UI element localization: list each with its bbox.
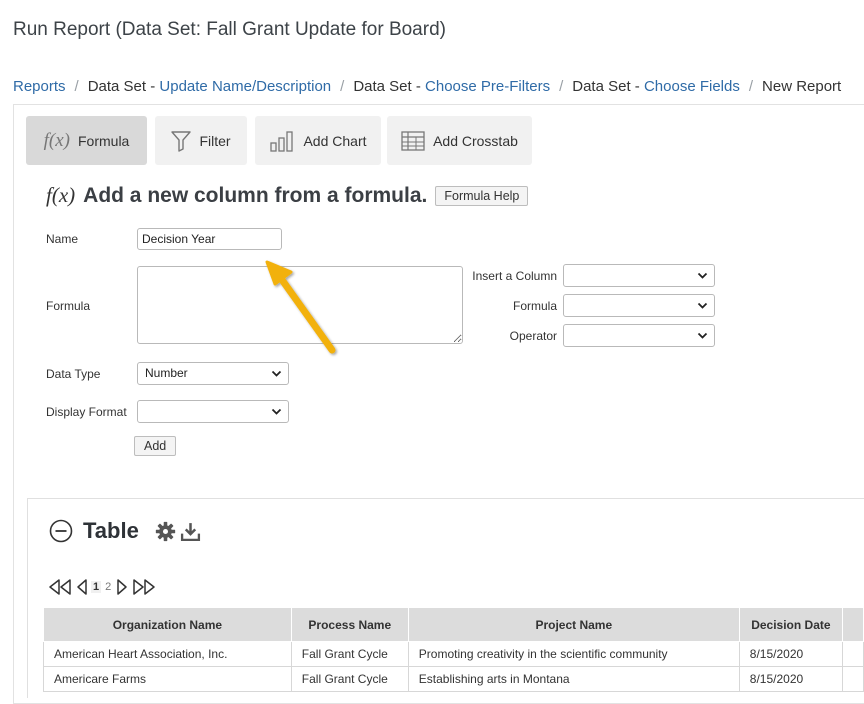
column-header-extra [841, 607, 864, 642]
add-chart-tool-label: Add Chart [303, 132, 367, 149]
chevron-down-icon [697, 332, 708, 339]
function-icon: f(x) [43, 129, 70, 151]
name-input[interactable] [137, 228, 282, 250]
add-crosstab-tool-button[interactable]: Add Crosstab [387, 116, 532, 165]
table-pager: 1 2 [47, 578, 157, 596]
last-page-icon[interactable] [131, 578, 157, 596]
operator-label: Operator [509, 329, 557, 343]
column-header[interactable]: Decision Date [738, 607, 843, 642]
download-icon[interactable] [180, 521, 201, 542]
formula-function-select[interactable] [563, 294, 715, 317]
table-cell: 8/15/2020 [738, 666, 843, 692]
formula-tool-label: Formula [78, 132, 130, 149]
add-chart-tool-button[interactable]: Add Chart [255, 116, 381, 165]
breadcrumb-choose-fields-link[interactable]: Choose Fields [644, 78, 740, 95]
table-cell: American Heart Association, Inc. [43, 641, 292, 667]
table-row[interactable]: American Heart Association, Inc. Fall Gr… [43, 641, 864, 667]
breadcrumb-reports-link[interactable]: Reports [13, 78, 66, 95]
breadcrumb: Reports / Data Set - Update Name/Descripti… [13, 78, 842, 95]
crosstab-grid-icon [401, 130, 425, 151]
funnel-icon [171, 130, 192, 152]
breadcrumb-current: New Report [762, 78, 842, 95]
formula-select-label: Formula [512, 299, 557, 313]
table-cell: Fall Grant Cycle [290, 666, 409, 692]
bar-chart-icon [269, 130, 295, 152]
formula-tool-button[interactable]: f(x) Formula [26, 116, 147, 165]
breadcrumb-ds2-prefix: Data Set - [353, 78, 426, 95]
annotation-arrow-icon [265, 260, 336, 354]
column-header[interactable]: Process Name [290, 607, 409, 642]
table-cell [841, 666, 864, 692]
first-page-icon[interactable] [47, 578, 73, 596]
insert-column-select[interactable] [563, 264, 715, 287]
previous-page-icon[interactable] [75, 578, 89, 596]
insert-column-label: Insert a Column [472, 269, 557, 283]
breadcrumb-ds1-prefix: Data Set - [87, 78, 160, 95]
data-type-select[interactable]: Number [137, 362, 289, 385]
gear-icon[interactable] [155, 521, 176, 542]
table-cell: Promoting creativity in the scientific c… [407, 641, 740, 667]
add-formula-button[interactable]: Add [134, 436, 177, 456]
chevron-down-icon [697, 302, 708, 309]
operator-select[interactable] [563, 324, 715, 347]
table-cell: Establishing arts in Montana [407, 666, 740, 692]
page-number-link[interactable]: 2 [103, 581, 113, 593]
formula-help-button[interactable]: Formula Help [435, 185, 529, 206]
breadcrumb-update-name-link[interactable]: Update Name/Description [159, 78, 331, 95]
filter-tool-button[interactable]: Filter [155, 116, 247, 165]
page-title: Run Report (Data Set: Fall Grant Update … [13, 19, 446, 40]
table-row[interactable]: Americare Farms Fall Grant Cycle Establi… [43, 666, 864, 692]
display-format-label: Display Format [46, 405, 127, 419]
add-crosstab-tool-label: Add Crosstab [433, 132, 518, 149]
display-format-select[interactable] [137, 400, 289, 423]
table-title: Table [83, 518, 139, 543]
name-label: Name [46, 232, 79, 246]
data-type-value: Number [145, 366, 188, 380]
chevron-down-icon [271, 408, 282, 415]
formula-section-heading: f(x) Add a new column from a formula. Fo… [46, 183, 529, 208]
breadcrumb-ds3-prefix: Data Set - [572, 78, 644, 95]
table-cell: Americare Farms [43, 666, 292, 692]
chevron-down-icon [697, 272, 708, 279]
formula-label: Formula [46, 299, 91, 313]
function-icon: f(x) [46, 183, 76, 207]
data-type-label: Data Type [46, 367, 101, 381]
formula-section-title: Add a new column from a formula. [83, 183, 428, 207]
table-header: Table [49, 518, 201, 544]
column-header[interactable]: Project Name [407, 607, 740, 642]
table-cell: 8/15/2020 [738, 641, 843, 667]
report-table: Organization Name Process Name Project N… [43, 607, 864, 692]
table-header-row: Organization Name Process Name Project N… [43, 607, 864, 642]
page-number-current[interactable]: 1 [91, 581, 102, 593]
column-header[interactable]: Organization Name [43, 607, 292, 642]
collapse-minus-icon[interactable] [49, 519, 73, 543]
breadcrumb-pre-filters-link[interactable]: Choose Pre-Filters [425, 78, 550, 95]
table-cell [841, 641, 864, 667]
chevron-down-icon [271, 370, 282, 377]
filter-tool-label: Filter [199, 132, 231, 149]
next-page-icon[interactable] [115, 578, 129, 596]
table-cell: Fall Grant Cycle [290, 641, 409, 667]
